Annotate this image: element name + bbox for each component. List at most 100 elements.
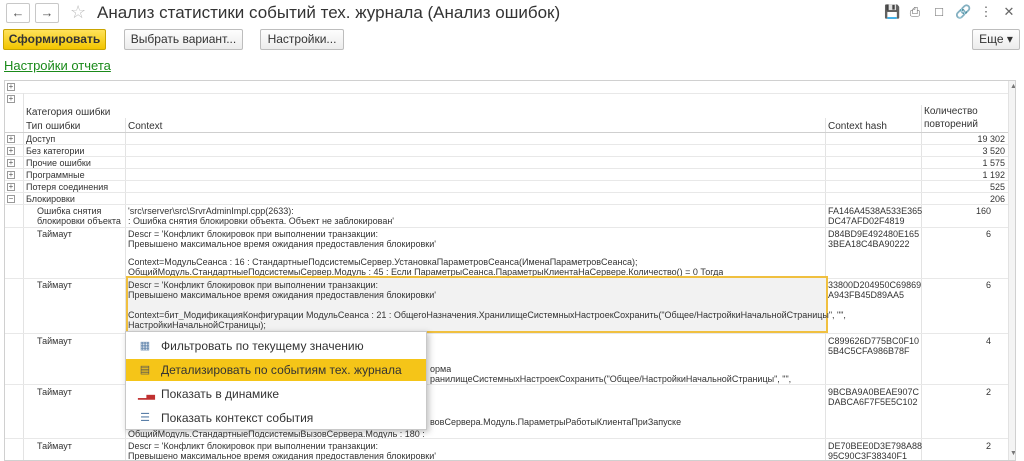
window-title: Анализ статистики событий тех. журнала (… <box>97 3 561 22</box>
row-type: Таймаут <box>37 387 72 397</box>
row-type: блокировки объекта <box>37 216 121 226</box>
row-type: Таймаут <box>37 441 72 451</box>
expand-level-icon[interactable]: + <box>7 95 15 103</box>
generate-button[interactable]: Сформировать <box>3 29 106 50</box>
row-context[interactable]: орма <box>430 364 451 374</box>
group-collapse-icon[interactable]: − <box>7 195 15 203</box>
group-name: Без категории <box>26 146 85 156</box>
row-context[interactable]: Превышено максимальное время ожидания пр… <box>128 239 436 249</box>
expand-all-icon[interactable]: + <box>7 83 15 91</box>
more-button-label: Еще <box>979 32 1004 46</box>
row-context[interactable]: : Ошибка снятия блокировки объекта. Объе… <box>128 216 394 226</box>
row-context[interactable]: 'src\rserver\src\SrvrAdminImpl.cpp(2633)… <box>128 206 294 216</box>
row-count: 6 <box>985 229 991 239</box>
row-count: 4 <box>985 336 991 346</box>
group-count: 525 <box>989 182 1005 192</box>
row-context[interactable]: Context=бит_МодификацияКонфигурации Моду… <box>128 310 846 320</box>
row-hash: 33800D204950C69869 <box>828 280 922 290</box>
close-icon[interactable]: ✕ <box>1001 4 1017 20</box>
details-icon: ▤ <box>139 364 151 376</box>
row-hash: D84BD9E492480E165 <box>828 229 920 239</box>
row-context[interactable]: Descr = 'Конфликт блокировок при выполне… <box>128 280 378 290</box>
group-name: Программные <box>26 170 85 180</box>
header-category: Категория ошибки <box>26 107 111 118</box>
header-hash: Context hash <box>828 121 887 132</box>
dropdown-arrow-icon: ▾ <box>1006 32 1013 46</box>
row-hash: 5B4C5CFA986B78F <box>828 346 910 356</box>
menu-item-dynamics[interactable]: ▁▃ Показать в динамике <box>126 383 426 405</box>
row-hash: C899626D775BC0F10 <box>828 336 920 346</box>
preview-icon[interactable]: □ <box>931 4 947 20</box>
group-expand-icon[interactable]: + <box>7 147 15 155</box>
arrow-right-icon: → <box>40 5 54 20</box>
header-context: Context <box>128 121 163 132</box>
row-type: Таймаут <box>37 280 72 290</box>
group-expand-icon[interactable]: + <box>7 159 15 167</box>
group-name: Потеря соединения <box>26 182 109 192</box>
vertical-scrollbar[interactable]: ▲ ▼ <box>1008 81 1015 460</box>
row-count: 6 <box>985 280 991 290</box>
row-context[interactable]: Превышено максимальное время ожидания пр… <box>128 290 436 300</box>
filter-icon: ▦ <box>139 340 151 352</box>
header-count-line2: повторений <box>924 119 978 130</box>
group-expand-icon[interactable]: + <box>7 183 15 191</box>
group-count: 206 <box>989 194 1005 204</box>
row-count: 160 <box>975 206 991 216</box>
print-icon[interactable]: ⎙ <box>907 4 923 20</box>
row-type: Таймаут <box>37 229 72 239</box>
row-hash: 95C90C3F38340F1 <box>828 451 908 461</box>
group-count: 1 192 <box>982 170 1005 180</box>
row-hash: DE70BEE0D3E798A88 <box>828 441 923 451</box>
group-name: Блокировки <box>26 194 75 204</box>
menu-item-label: Фильтровать по текущему значению <box>161 339 364 353</box>
menu-item-context[interactable]: ☰ Показать контекст события <box>126 407 426 429</box>
arrow-left-icon: ← <box>11 5 25 20</box>
more-button[interactable]: Еще ▾ <box>972 29 1020 50</box>
window-header: ← → ☆ Анализ статистики событий тех. жур… <box>0 0 1024 28</box>
row-context[interactable]: НастройкиНачальнойСтраницы); <box>128 320 266 330</box>
row-hash: 3BEA18C4BA90222 <box>828 239 910 249</box>
context-icon: ☰ <box>140 412 150 424</box>
row-context[interactable]: вовСервера.Модуль.ПараметрыРаботыКлиента… <box>430 417 681 427</box>
back-button[interactable]: ← <box>6 3 30 23</box>
row-hash: A943FB45D89AA5 <box>828 290 905 300</box>
chart-icon: ▁▃ <box>138 388 155 400</box>
link-icon[interactable]: 🔗 <box>955 4 971 20</box>
scroll-up-icon[interactable]: ▲ <box>1010 83 1015 90</box>
report-settings-link[interactable]: Настройки отчета <box>4 58 111 73</box>
select-variant-button[interactable]: Выбрать вариант... <box>124 29 243 50</box>
row-count: 2 <box>985 441 991 451</box>
menu-item-label: Детализировать по событиям тех. журнала <box>161 363 402 377</box>
forward-button[interactable]: → <box>35 3 59 23</box>
more-options-icon[interactable]: ⋮ <box>978 4 994 20</box>
row-hash: 9BCBA9A0BEAE907C <box>828 387 920 397</box>
favorite-star-icon[interactable]: ☆ <box>70 2 86 23</box>
group-name: Прочие ошибки <box>26 158 91 168</box>
row-context[interactable]: Descr = 'Конфликт блокировок при выполне… <box>128 229 378 239</box>
header-type: Тип ошибки <box>26 121 81 132</box>
menu-item-filter[interactable]: ▦ Фильтровать по текущему значению <box>126 335 426 357</box>
group-expand-icon[interactable]: + <box>7 171 15 179</box>
menu-item-details[interactable]: ▤ Детализировать по событиям тех. журнал… <box>126 359 426 381</box>
row-hash: DABCA6F7F5E5C102 <box>828 397 918 407</box>
group-name: Доступ <box>26 134 56 144</box>
group-count: 1 575 <box>982 158 1005 168</box>
settings-button[interactable]: Настройки... <box>260 29 344 50</box>
context-menu: ▦ Фильтровать по текущему значению ▤ Дет… <box>125 331 427 430</box>
row-context[interactable]: ранилищеСистемныхНастроекСохранить("Обще… <box>430 374 791 384</box>
row-type: Ошибка снятия <box>37 206 102 216</box>
scroll-down-icon[interactable]: ▼ <box>1010 450 1015 457</box>
row-context[interactable]: Descr = 'Конфликт блокировок при выполне… <box>128 441 378 451</box>
save-icon[interactable]: 💾 <box>884 4 900 20</box>
menu-item-label: Показать контекст события <box>161 411 314 425</box>
row-count: 2 <box>985 387 991 397</box>
header-count-line1: Количество <box>924 106 978 117</box>
group-count: 3 520 <box>982 146 1005 156</box>
row-type: Таймаут <box>37 336 72 346</box>
group-count: 19 302 <box>977 134 1005 144</box>
menu-item-label: Показать в динамике <box>161 387 280 401</box>
group-expand-icon[interactable]: + <box>7 135 15 143</box>
row-hash: DC47AFD02F4819 <box>828 216 905 226</box>
row-context[interactable]: Превышено максимальное время ожидания пр… <box>128 451 436 460</box>
row-context[interactable]: Context=МодульСеанса : 16 : СтандартныеП… <box>128 257 637 267</box>
